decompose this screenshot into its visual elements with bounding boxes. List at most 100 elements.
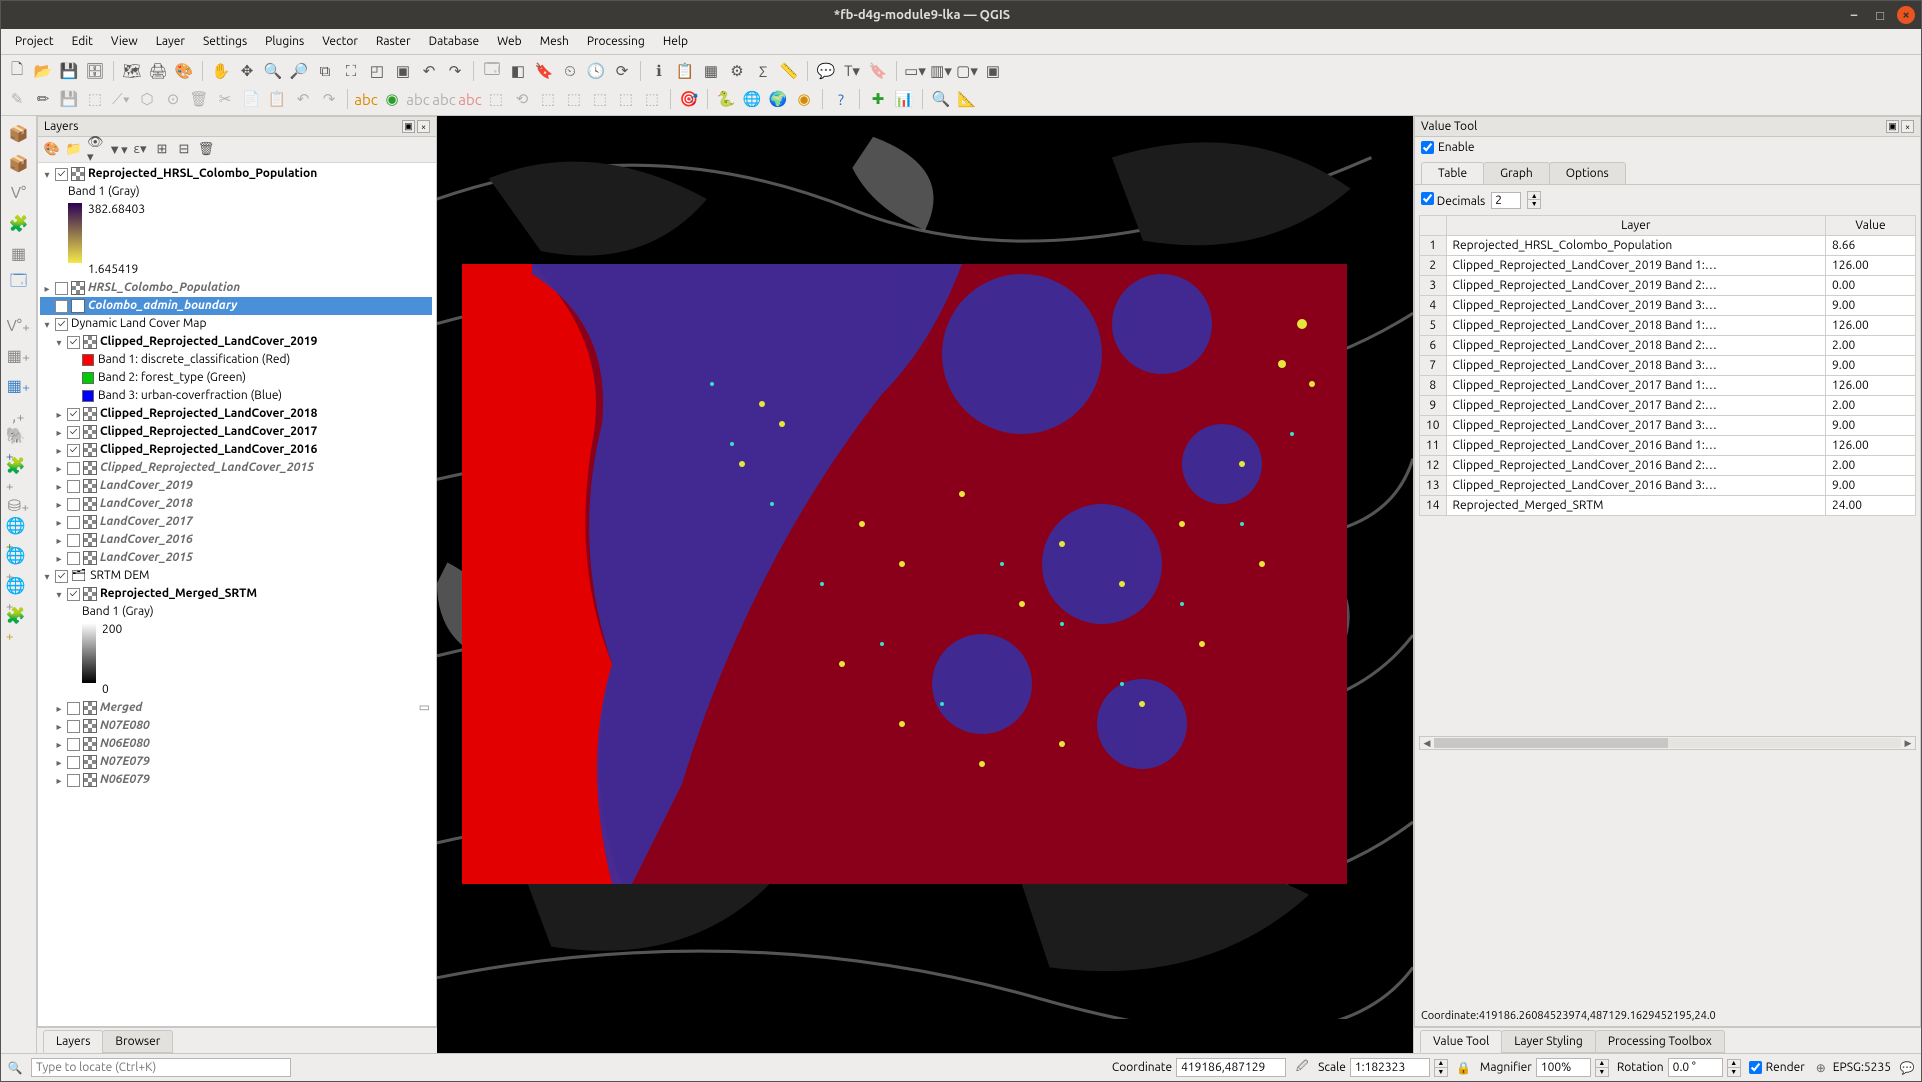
value-tool-tab-options[interactable]: Options <box>1549 162 1626 184</box>
print-layout-icon[interactable]: 🗺 <box>120 59 144 83</box>
value-tool-enable-checkbox[interactable]: Enable <box>1421 141 1914 154</box>
select-all-icon[interactable]: ▣ <box>981 59 1005 83</box>
layer-checkbox[interactable] <box>67 516 80 529</box>
add-feature-icon[interactable]: ⬚ <box>83 87 107 111</box>
layer-style-icon[interactable]: 🎨 <box>42 140 62 160</box>
menu-processing[interactable]: Processing <box>579 32 653 51</box>
add-poly-icon[interactable]: ⟋▾ <box>109 87 133 111</box>
new-spatialite-icon[interactable]: 🧩 <box>6 210 32 236</box>
label-pin-icon[interactable]: abc <box>432 87 456 111</box>
edits-icon[interactable]: ✎ <box>5 87 29 111</box>
add-wfs-icon[interactable]: 🌐₊ <box>6 582 32 608</box>
add-vector-icon[interactable]: V°₊ <box>6 312 32 338</box>
temporal-icon[interactable]: 🕓 <box>584 59 608 83</box>
layer-checkbox[interactable] <box>67 720 80 733</box>
select-value-icon[interactable]: ▥▾ <box>929 59 953 83</box>
value-tool-tab-graph[interactable]: Graph <box>1483 162 1550 184</box>
new-bookmark-icon[interactable]: 🔖 <box>532 59 556 83</box>
delete-selected-icon[interactable]: 🗑 <box>187 87 211 111</box>
filter-legend-icon[interactable]: ▼▾ <box>108 140 128 160</box>
layer-name[interactable]: Clipped_Reprojected_LandCover_2015 <box>100 459 314 477</box>
value-table-row[interactable]: 6Clipped_Reprojected_LandCover_2018 Band… <box>1420 336 1916 356</box>
layers-tree[interactable]: ▾Reprojected_HRSL_Colombo_Population Ban… <box>38 163 436 1026</box>
save-edits-icon[interactable]: 💾 <box>57 87 81 111</box>
pan-icon[interactable]: ✋ <box>209 59 233 83</box>
menu-plugins[interactable]: Plugins <box>257 32 312 51</box>
value-table-row[interactable]: 4Clipped_Reprojected_LandCover_2019 Band… <box>1420 296 1916 316</box>
sum-icon[interactable]: Σ <box>751 59 775 83</box>
layer-name[interactable]: N07E080 <box>100 717 150 735</box>
plugin-green2-icon[interactable]: 📊 <box>892 87 916 111</box>
tab-layer-styling[interactable]: Layer Styling <box>1501 1030 1596 1053</box>
tab-browser[interactable]: Browser <box>102 1030 173 1053</box>
label-toolbar-icon[interactable]: abc <box>354 87 378 111</box>
layer-checkbox[interactable] <box>67 462 80 475</box>
plugin-target-icon[interactable]: 🎯 <box>677 87 701 111</box>
new-shapefile-icon[interactable]: V° <box>6 180 32 206</box>
layout-manager-icon[interactable]: 🖨 <box>146 59 170 83</box>
decimals-input[interactable] <box>1491 192 1521 209</box>
show-bookmarks-icon[interactable]: ⏲ <box>558 59 582 83</box>
menu-project[interactable]: Project <box>7 32 62 51</box>
value-table-row[interactable]: 5Clipped_Reprojected_LandCover_2018 Band… <box>1420 316 1916 336</box>
crs-button[interactable]: ⊕ EPSG:5235 <box>1813 1060 1891 1076</box>
menu-edit[interactable]: Edit <box>64 32 101 51</box>
selected-layer-row[interactable]: Colombo_admin_boundary <box>40 297 432 315</box>
layer-indicator-icon[interactable]: ▭ <box>419 699 430 717</box>
zoom-next-icon[interactable]: ↷ <box>443 59 467 83</box>
new-memory-icon[interactable]: ▦ <box>6 240 32 266</box>
layer-checkbox[interactable] <box>67 408 80 421</box>
dig-poly-icon[interactable]: ⬡ <box>135 87 159 111</box>
layer-checkbox[interactable] <box>67 498 80 511</box>
group-name[interactable]: SRTM DEM <box>90 567 149 585</box>
coordinate-input[interactable] <box>1176 1058 1286 1077</box>
scale-input[interactable] <box>1350 1058 1430 1077</box>
layer-name[interactable]: Reprojected_Merged_SRTM <box>100 585 257 603</box>
toggle-edit-icon[interactable]: ✏ <box>31 87 55 111</box>
add-delimited-icon[interactable]: ,₊ <box>6 402 32 428</box>
value-tool-undock-button[interactable]: ▣ <box>1886 120 1899 133</box>
layer-checkbox[interactable] <box>67 552 80 565</box>
magnifier-input[interactable] <box>1536 1058 1591 1077</box>
plugin-earth1-icon[interactable]: 🌐 <box>740 87 764 111</box>
calc-field-icon[interactable]: 📋 <box>673 59 697 83</box>
value-tool-close-button[interactable]: × <box>1901 120 1914 133</box>
menu-layer[interactable]: Layer <box>148 32 193 51</box>
value-table-row[interactable]: 13Clipped_Reprojected_LandCover_2016 Ban… <box>1420 476 1916 496</box>
locator-input[interactable] <box>31 1058 291 1077</box>
label-diagram-icon[interactable]: ◉ <box>380 87 404 111</box>
remove-layer-icon[interactable]: 🗑 <box>196 140 216 160</box>
deselect-icon[interactable]: ▢▾ <box>955 59 979 83</box>
value-table-row[interactable]: 8Clipped_Reprojected_LandCover_2017 Band… <box>1420 376 1916 396</box>
decimals-checkbox[interactable]: Decimals <box>1421 192 1485 208</box>
identify-icon[interactable]: ℹ <box>647 59 671 83</box>
layer-name[interactable]: Clipped_Reprojected_LandCover_2019 <box>100 333 317 351</box>
label-highlight-icon[interactable]: abc <box>406 87 430 111</box>
menu-database[interactable]: Database <box>421 32 488 51</box>
layer-checkbox[interactable] <box>55 300 68 313</box>
layer-name[interactable]: LandCover_2015 <box>100 549 193 567</box>
layer-name[interactable]: Clipped_Reprojected_LandCover_2017 <box>100 423 317 441</box>
layers-panel-close-button[interactable]: × <box>417 120 430 133</box>
expand-all-icon[interactable]: ⊞ <box>152 140 172 160</box>
value-table-row[interactable]: 10Clipped_Reprojected_LandCover_2017 Ban… <box>1420 416 1916 436</box>
layer-checkbox[interactable] <box>67 738 80 751</box>
layers-panel-undock-button[interactable]: ▣ <box>402 120 415 133</box>
add-group-icon[interactable]: 📁 <box>64 140 84 160</box>
group-checkbox[interactable] <box>55 570 68 583</box>
new-geopackage-icon[interactable]: 📦 <box>6 150 32 176</box>
vertex-tool-icon[interactable]: ⊙ <box>161 87 185 111</box>
window-close-button[interactable]: × <box>1897 6 1915 24</box>
value-table-row[interactable]: 7Clipped_Reprojected_LandCover_2018 Band… <box>1420 356 1916 376</box>
layer-checkbox[interactable] <box>67 702 80 715</box>
add-xyz-icon[interactable]: 🧩₊ <box>6 612 32 638</box>
save-project-icon[interactable]: 💾 <box>57 59 81 83</box>
value-table-row[interactable]: 11Clipped_Reprojected_LandCover_2016 Ban… <box>1420 436 1916 456</box>
new-virtual-icon[interactable]: 🗔 <box>6 270 32 296</box>
layer-name[interactable]: LandCover_2017 <box>100 513 193 531</box>
layer-name[interactable]: Reprojected_HRSL_Colombo_Population <box>88 165 317 183</box>
rotation-input[interactable] <box>1668 1058 1723 1077</box>
zoom-out-icon[interactable]: 🔎 <box>287 59 311 83</box>
value-tool-icon[interactable]: ✚ <box>866 87 890 111</box>
value-table-row[interactable]: 2Clipped_Reprojected_LandCover_2019 Band… <box>1420 256 1916 276</box>
